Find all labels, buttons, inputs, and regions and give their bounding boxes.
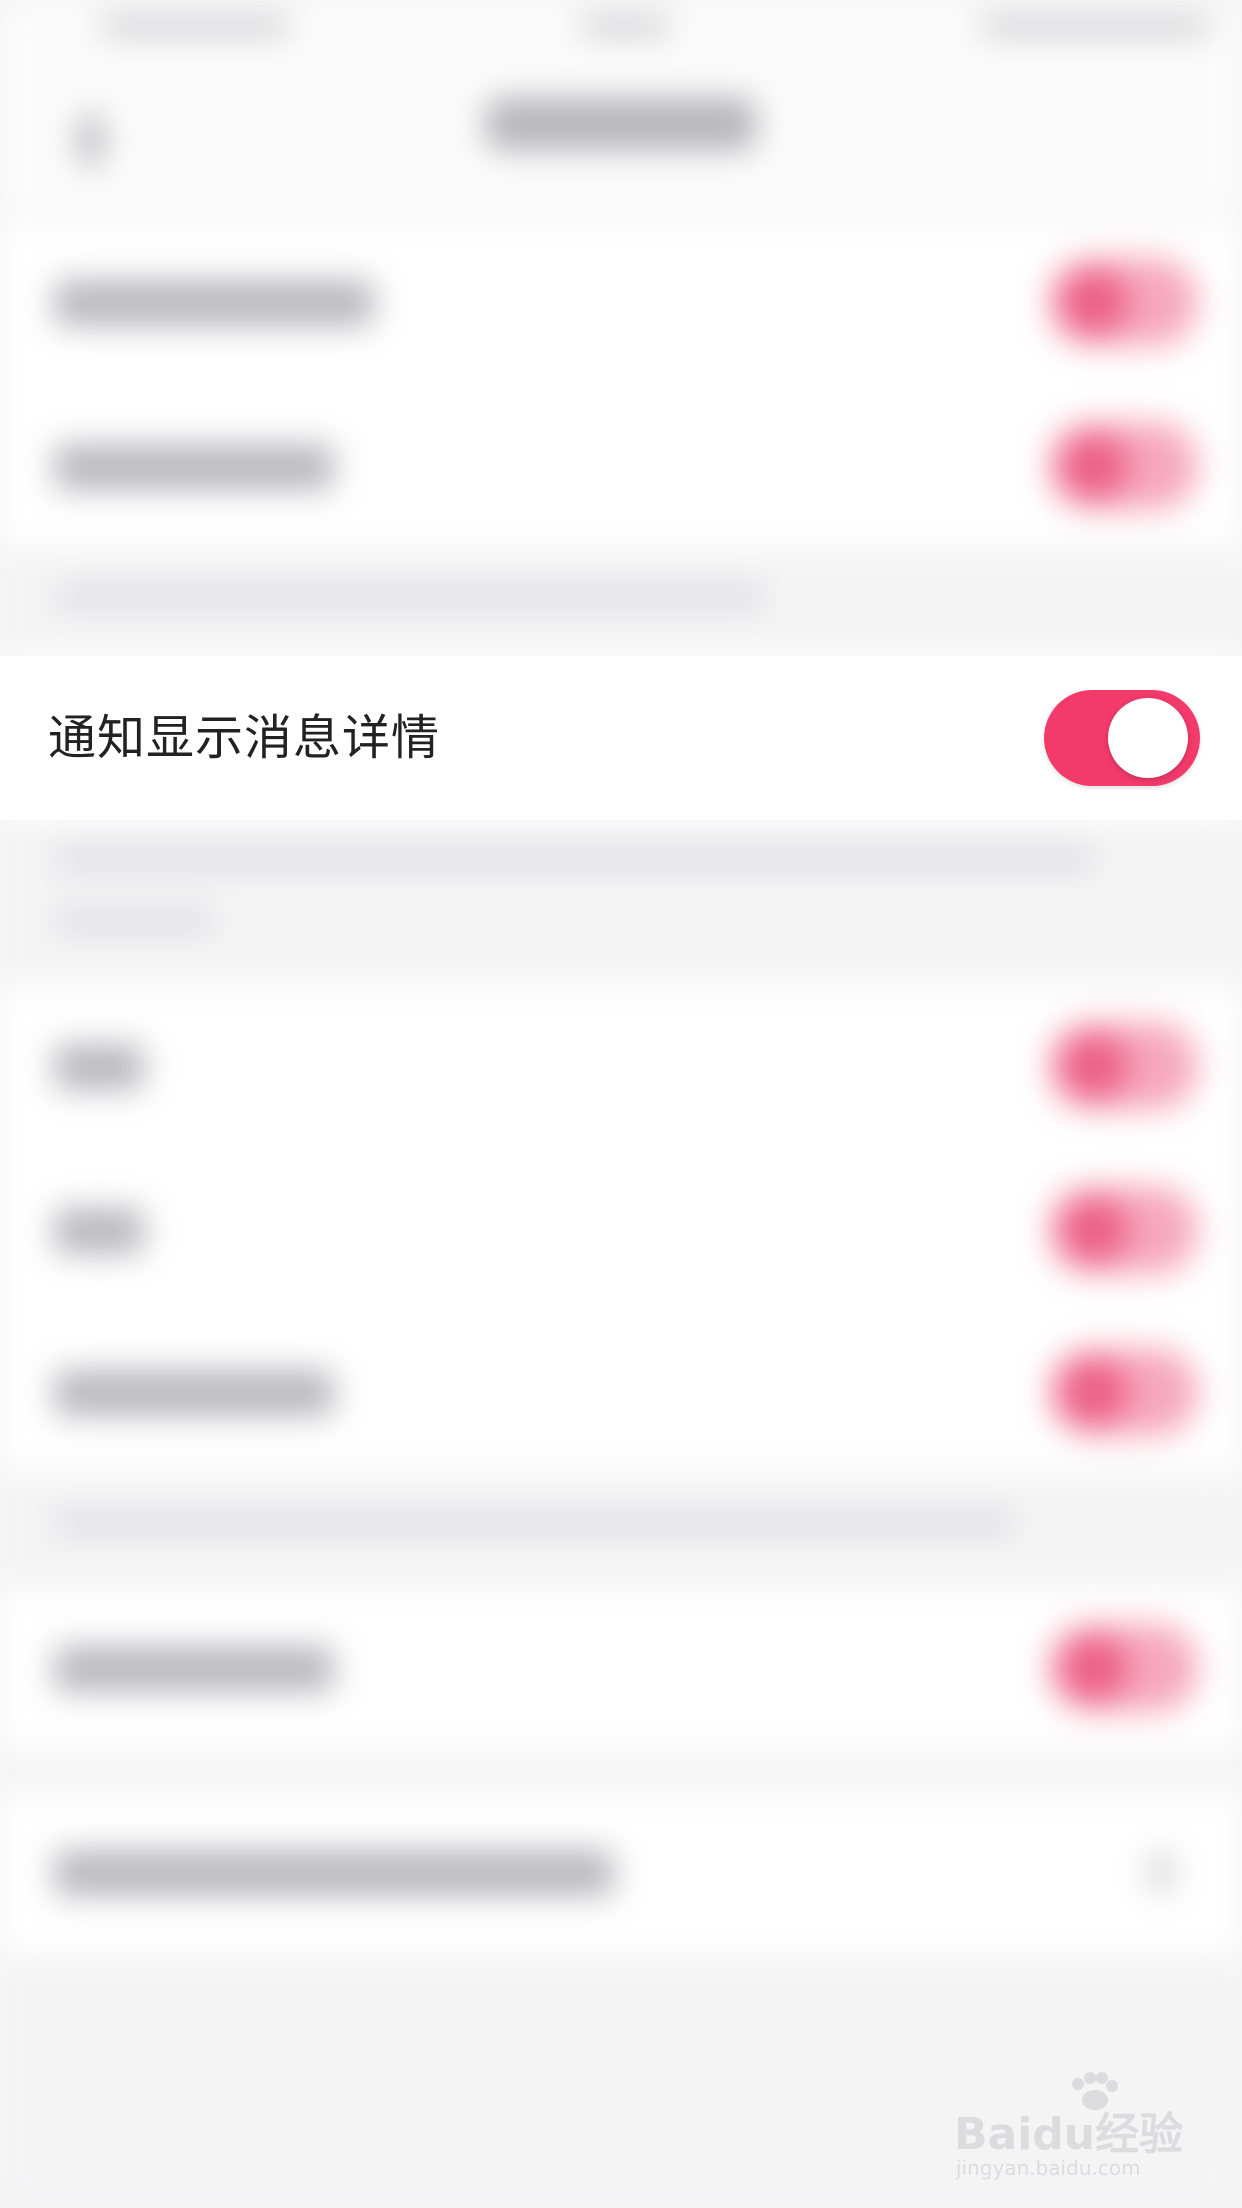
page-title — [486, 98, 756, 150]
settings-group-2 — [0, 986, 1242, 1472]
section-note — [54, 848, 1094, 870]
section-note — [54, 1512, 1014, 1534]
setting-label: 通知显示消息详情 — [48, 710, 441, 766]
blurred-background — [0, 0, 1242, 2208]
watermark-url: jingyan.baidu.com — [956, 2156, 1141, 2180]
watermark: Baidu经验 jingyan.baidu.com — [950, 2072, 1190, 2182]
settings-group-4 — [0, 1792, 1242, 1954]
back-icon[interactable] — [78, 115, 104, 165]
settings-group-3 — [0, 1588, 1242, 1750]
navigation-bar — [0, 60, 1242, 210]
settings-row[interactable] — [0, 1312, 1242, 1472]
settings-row-notification-details[interactable]: 通知显示消息详情 — [0, 656, 1242, 820]
settings-row[interactable] — [0, 986, 1242, 1146]
watermark-brand: Baidu经验 — [954, 2109, 1184, 2160]
section-note — [54, 910, 214, 932]
section-note — [54, 586, 764, 608]
settings-row[interactable] — [0, 386, 1242, 546]
settings-group-1 — [0, 222, 1242, 548]
settings-row[interactable] — [0, 1150, 1242, 1310]
settings-row[interactable] — [0, 1588, 1242, 1748]
chevron-right-icon — [1150, 1852, 1172, 1892]
settings-row[interactable] — [0, 222, 1242, 382]
status-bar — [0, 0, 1242, 60]
toggle-knob — [1108, 698, 1188, 778]
settings-row[interactable] — [0, 1792, 1242, 1952]
notification-details-toggle[interactable] — [1044, 690, 1200, 786]
